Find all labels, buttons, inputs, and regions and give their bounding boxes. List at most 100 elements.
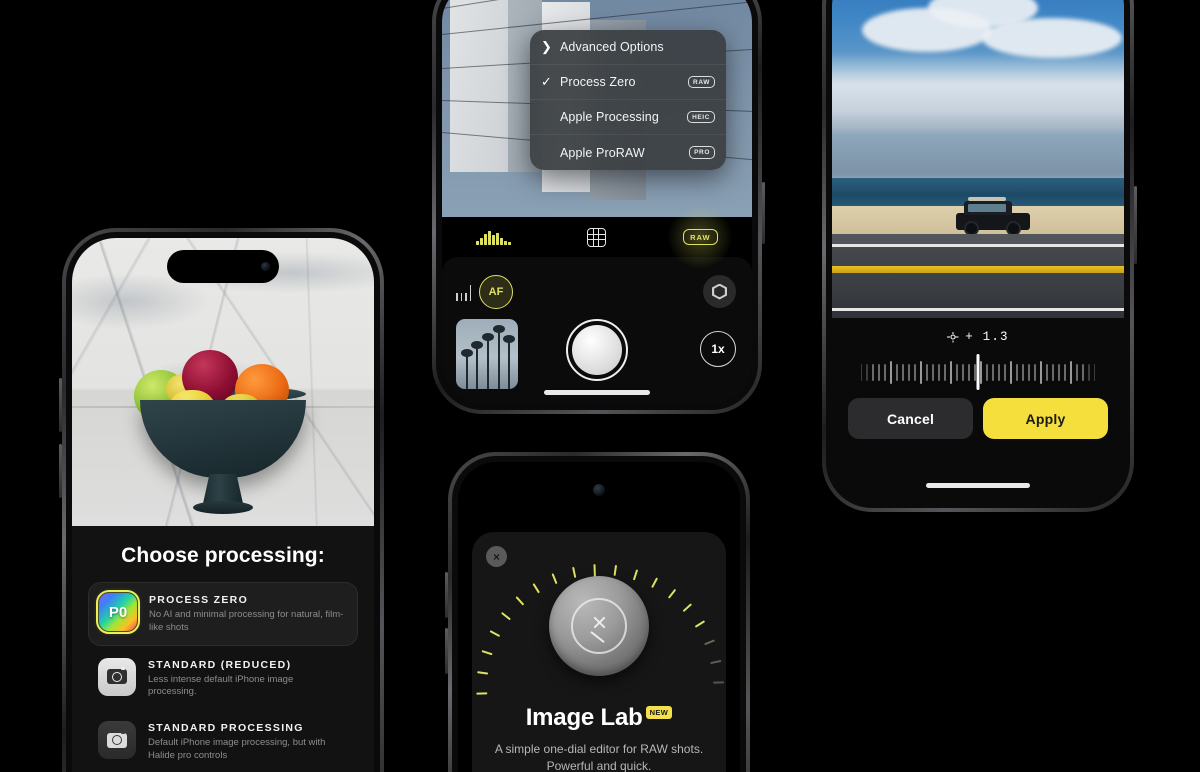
menu-item-label: Apple Processing (560, 110, 659, 124)
suv-vehicle (956, 197, 1030, 236)
focus-control[interactable]: AF (456, 275, 513, 309)
front-camera-icon (593, 484, 605, 496)
processing-option-standard-processing[interactable]: STANDARD PROCESSING Default iPhone image… (88, 711, 358, 772)
exposure-adjust-area: + 1.3 Cancel Apply (832, 318, 1124, 502)
power-button[interactable] (1134, 186, 1137, 264)
option-name: STANDARD (REDUCED) (148, 658, 292, 671)
photo-thumbnail[interactable] (456, 319, 518, 389)
fruit-bowl (140, 400, 306, 478)
checkmark-icon: ✓ (541, 74, 552, 89)
palm-tree (503, 335, 515, 389)
grid-icon (587, 227, 607, 247)
dial-knob[interactable] (549, 576, 649, 676)
chevron-right-icon: ❯ (541, 39, 552, 54)
screenshot-canvas: Choose processing: P0 PROCESS ZERO No AI… (0, 0, 1200, 772)
volume-down-button[interactable] (445, 628, 448, 674)
cube-icon (712, 283, 727, 300)
palm-tree (461, 349, 473, 389)
brightness-icon (947, 332, 958, 343)
menu-item-apple-proraw[interactable]: Apple ProRAW PRO (530, 135, 726, 170)
cancel-button[interactable]: Cancel (848, 398, 973, 439)
menu-item-advanced-options[interactable]: ❯ Advanced Options (530, 30, 726, 65)
volume-up-button[interactable] (59, 378, 62, 432)
camera-glyph (107, 730, 127, 748)
home-indicator[interactable] (926, 483, 1030, 488)
exposure-action-buttons: Cancel Apply (832, 392, 1124, 439)
menu-item-apple-processing[interactable]: Apple Processing HEIC (530, 100, 726, 135)
coastal-highway-photo[interactable] (832, 0, 1124, 318)
p0-gradient-icon: P0 (96, 590, 140, 634)
option-description: No AI and minimal processing for natural… (149, 609, 344, 633)
option-description: Less intense default iPhone image proces… (148, 673, 294, 698)
camera-glyph (107, 667, 127, 685)
road-white-line-lower (832, 308, 1124, 311)
phone-right-exposure: + 1.3 Cancel Apply (822, 0, 1137, 512)
suv-window (968, 204, 1006, 212)
phone-left-choose-processing: Choose processing: P0 PROCESS ZERO No AI… (59, 228, 384, 772)
raw-format-button[interactable]: RAW (649, 205, 752, 269)
road-yellow-line (832, 266, 1124, 273)
dial-x-mark (591, 614, 608, 631)
menu-item-label: Process Zero (560, 75, 636, 89)
raw-badge: RAW (683, 229, 718, 245)
close-icon[interactable]: × (486, 546, 507, 567)
phone-bottom-center-image-lab: × Image Lab NEW A simple one-dial editor… (445, 452, 750, 772)
format-badge-raw: RAW (688, 75, 715, 89)
suv-roof-rack (968, 197, 1006, 201)
phone-left-screen: Choose processing: P0 PROCESS ZERO No AI… (72, 238, 374, 772)
image-lab-title: Image Lab (525, 704, 643, 731)
format-badge-heic: HEIC (687, 110, 715, 124)
p0-badge-label: P0 (108, 603, 128, 621)
cloud-band-low (832, 116, 1124, 178)
phone-bottom-center-screen: × Image Lab NEW A simple one-dial editor… (458, 462, 740, 772)
exposure-value: + 1.3 (965, 330, 1009, 344)
format-badge-pro: PRO (689, 146, 715, 159)
histogram-button[interactable] (442, 230, 545, 245)
volume-up-button[interactable] (445, 572, 448, 618)
option-name: STANDARD PROCESSING (148, 722, 304, 735)
bowl-base (193, 501, 253, 514)
shutter-button[interactable] (566, 319, 628, 381)
image-lab-card: × Image Lab NEW A simple one-dial editor… (472, 532, 726, 772)
panel-title: Choose processing: (121, 544, 325, 567)
processing-format-menu: ❯ Advanced Options ✓ Process Zero RAW Ap… (530, 30, 726, 170)
menu-item-label: Apple ProRAW (560, 145, 645, 160)
palm-tree (493, 325, 505, 389)
phone-top-center-screen: ❯ Advanced Options ✓ Process Zero RAW Ap… (442, 0, 752, 404)
new-badge: NEW (645, 706, 673, 719)
depth-mode-button[interactable] (703, 275, 736, 308)
autofocus-button[interactable]: AF (479, 275, 513, 309)
dynamic-island (167, 250, 279, 283)
phone-right-screen: + 1.3 Cancel Apply (832, 0, 1124, 502)
road-shoulder (832, 234, 1124, 244)
image-lab-description: A simple one-dial editor for RAW shots. … (494, 742, 704, 772)
camera-controls: AF 1x (442, 257, 752, 404)
menu-item-label: Advanced Options (560, 40, 664, 54)
home-indicator[interactable] (544, 390, 650, 395)
power-button[interactable] (762, 182, 765, 244)
camera-light-icon (98, 657, 136, 696)
option-name: PROCESS ZERO (149, 594, 249, 606)
exposure-readout: + 1.3 (832, 330, 1124, 344)
palm-tree (482, 333, 494, 389)
option-description: Default iPhone image processing, but wit… (148, 737, 326, 762)
exposure-slider-thumb[interactable] (976, 354, 980, 390)
one-dial-editor-icon (476, 560, 725, 695)
grid-button[interactable] (545, 227, 648, 247)
exposure-slider[interactable] (832, 352, 1124, 392)
menu-item-process-zero[interactable]: ✓ Process Zero RAW (530, 65, 726, 100)
choose-processing-panel: Choose processing: P0 PROCESS ZERO No AI… (72, 526, 374, 772)
processing-option-standard-reduced[interactable]: STANDARD (REDUCED) Less intense default … (88, 648, 358, 710)
phone-top-center-camera: ❯ Advanced Options ✓ Process Zero RAW Ap… (432, 0, 765, 414)
processing-option-process-zero[interactable]: P0 PROCESS ZERO No AI and minimal proces… (88, 582, 358, 646)
volume-down-button[interactable] (59, 444, 62, 498)
apply-button[interactable]: Apply (983, 398, 1108, 439)
front-camera-icon (261, 262, 270, 271)
focus-scale-icon (456, 283, 471, 301)
zoom-level-button[interactable]: 1x (700, 331, 736, 367)
histogram-icon (476, 230, 511, 245)
camera-toolbar: RAW (442, 205, 752, 269)
camera-dark-icon (98, 721, 136, 760)
image-lab-title-row: Image Lab NEW (488, 704, 710, 732)
building-white (450, 0, 508, 172)
